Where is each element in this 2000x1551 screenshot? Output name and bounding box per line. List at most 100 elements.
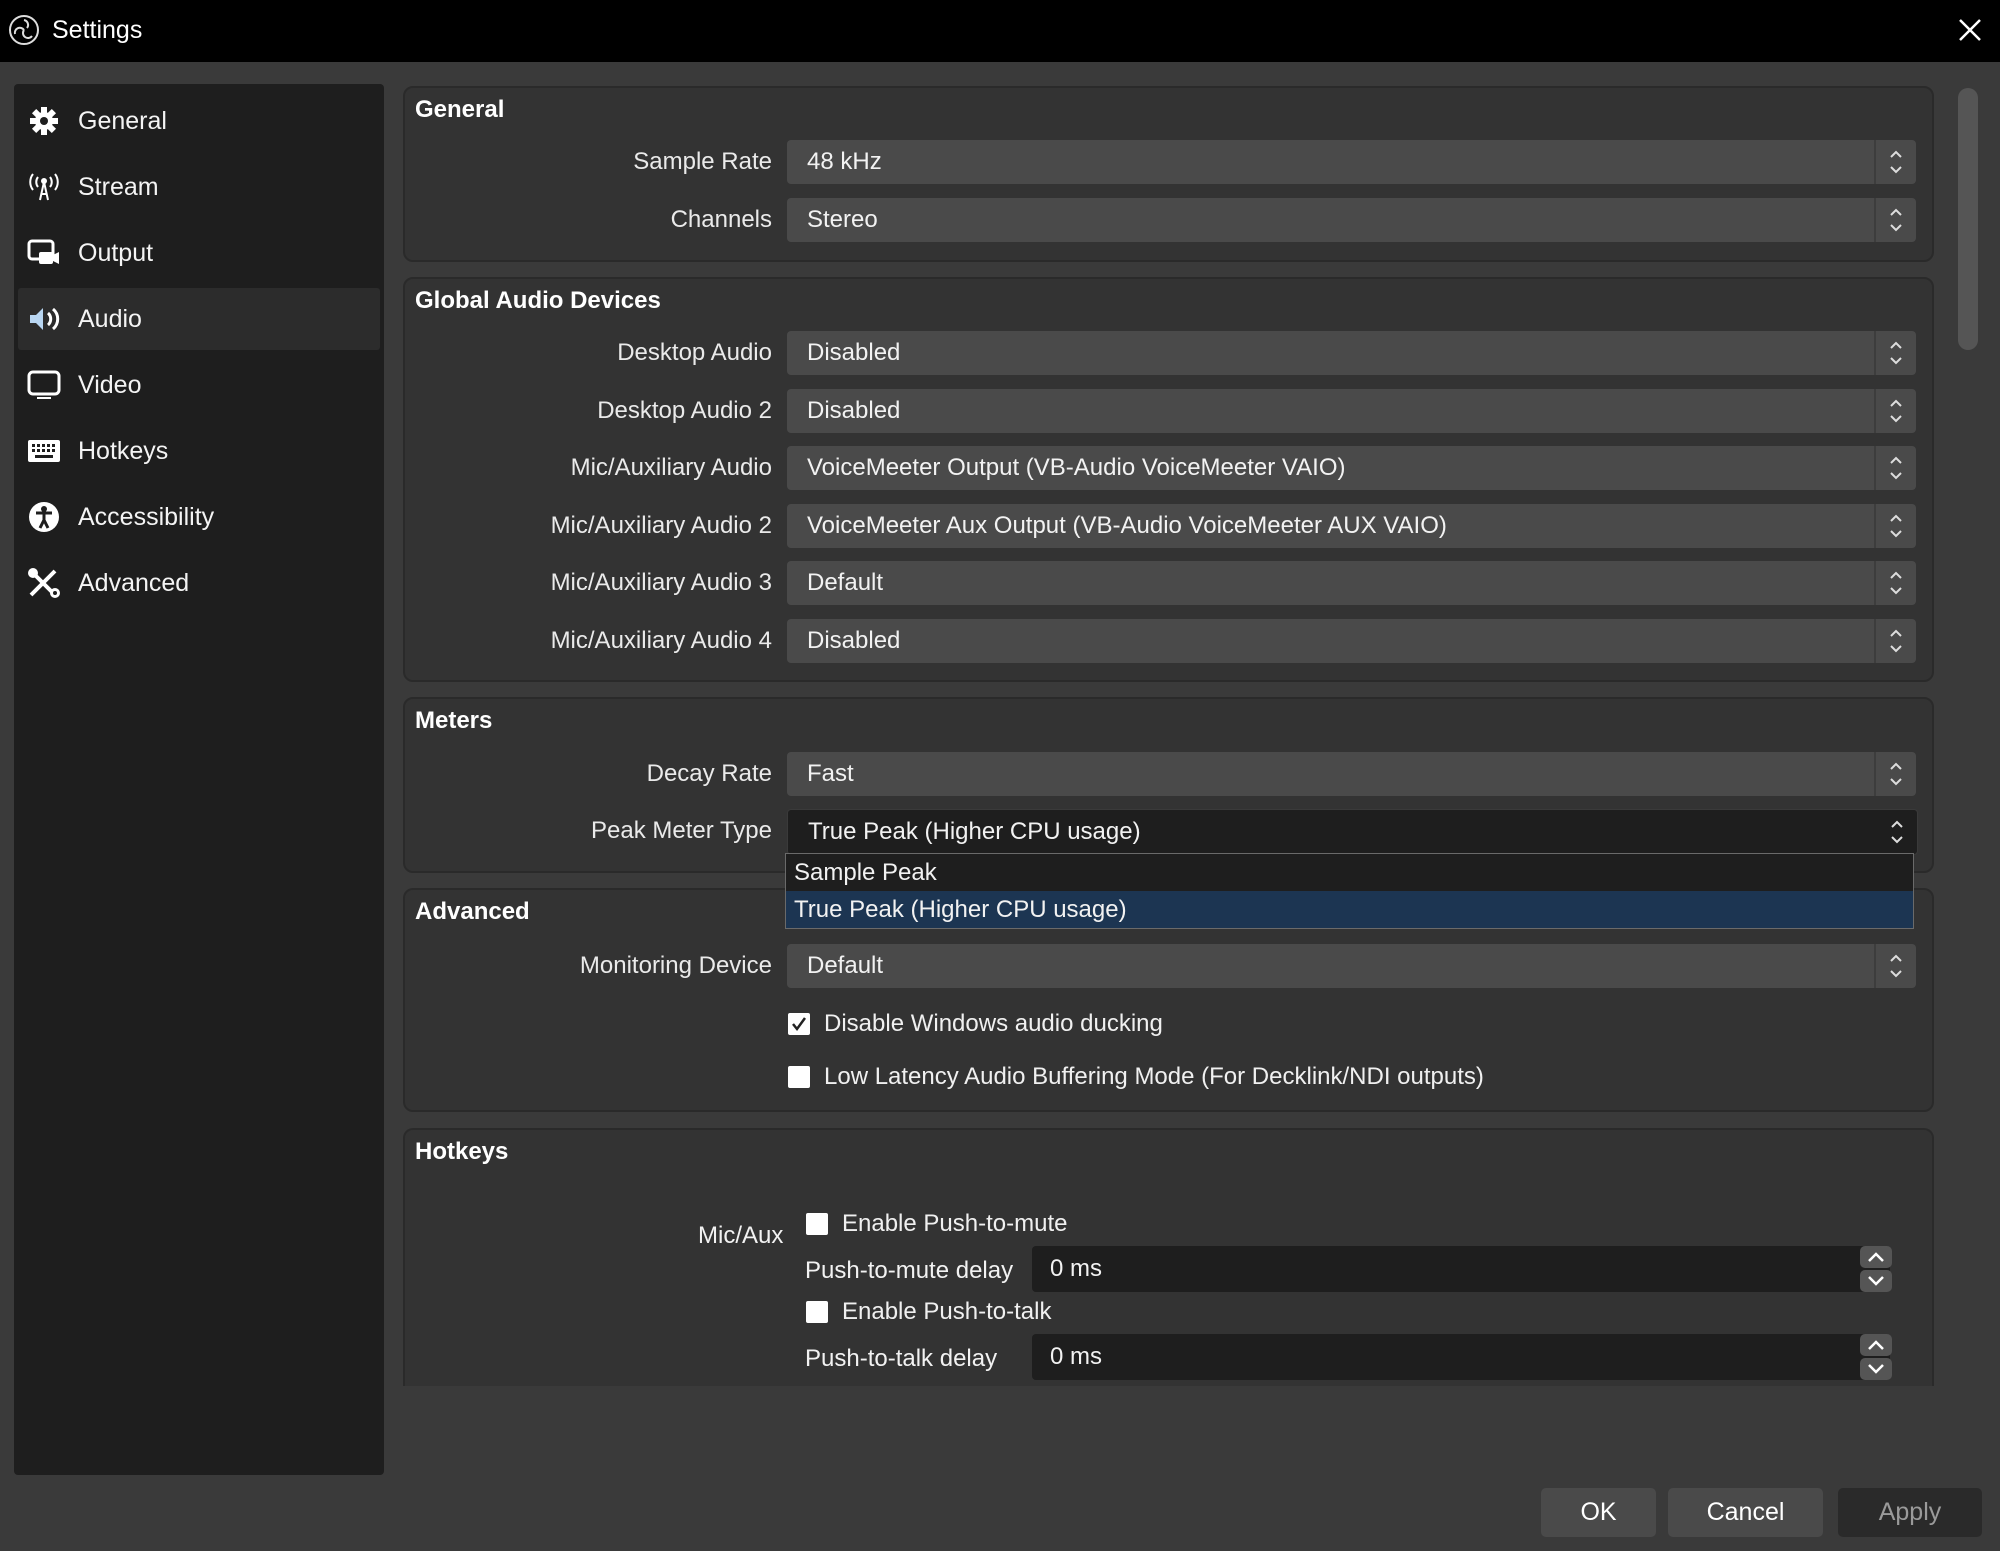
apply-button[interactable]: Apply (1838, 1488, 1982, 1537)
mic-aux-audio-4-label: Mic/Auxiliary Audio 4 (550, 627, 772, 654)
obs-logo-icon (8, 14, 40, 46)
select-value: Default (807, 952, 884, 979)
peak-meter-type-select[interactable]: True Peak (Higher CPU usage) (787, 809, 1918, 855)
channels-label: Channels (670, 206, 772, 233)
push-to-talk-delay-input[interactable]: 0 ms (1032, 1334, 1892, 1380)
peak-meter-type-label: Peak Meter Type (591, 817, 772, 844)
settings-sidebar: General Stream Output Audio Video Hotkey… (14, 84, 384, 1475)
tools-icon (26, 565, 62, 601)
up-down-arrows-icon (1874, 331, 1916, 375)
checkbox-unchecked-icon (806, 1301, 828, 1323)
select-value: Stereo (807, 206, 878, 233)
speaker-icon (26, 301, 62, 337)
ok-button[interactable]: OK (1541, 1488, 1656, 1537)
title-bar: Settings (0, 0, 2000, 62)
sidebar-item-label: Accessibility (78, 502, 215, 531)
vertical-scrollbar[interactable] (1958, 88, 1978, 350)
select-value: Default (807, 569, 884, 596)
chevron-up-icon (1868, 1340, 1884, 1350)
checkbox-unchecked-icon (806, 1213, 828, 1235)
decrement-button[interactable] (1860, 1270, 1892, 1292)
window-title: Settings (52, 16, 143, 44)
dropdown-option-true-peak[interactable]: True Peak (Higher CPU usage) (786, 891, 1913, 928)
accessibility-icon (26, 499, 62, 535)
checkbox-label: Disable Windows audio ducking (824, 1010, 1163, 1037)
checkbox-label: Enable Push-to-mute (842, 1210, 1068, 1237)
close-button[interactable] (1950, 10, 1990, 50)
spin-value: 0 ms (1050, 1255, 1103, 1282)
select-value: Disabled (807, 397, 901, 424)
monitor-icon (26, 367, 62, 403)
sidebar-item-output[interactable]: Output (18, 222, 380, 284)
up-down-arrows-icon (1874, 944, 1916, 988)
close-icon (1959, 19, 1981, 41)
mic-aux-audio-2-label: Mic/Auxiliary Audio 2 (550, 512, 772, 539)
spin-value: 0 ms (1050, 1343, 1103, 1370)
decay-rate-select[interactable]: Fast (787, 752, 1916, 796)
hotkeys-group: Hotkeys Mic/Aux Enable Push-to-mute Push… (403, 1128, 1934, 1386)
enable-push-to-talk-checkbox[interactable]: Enable Push-to-talk (806, 1298, 1051, 1326)
gear-icon (26, 103, 62, 139)
sidebar-item-general[interactable]: General (18, 90, 380, 152)
sidebar-item-label: Audio (78, 304, 142, 333)
global-audio-devices-group: Global Audio Devices Desktop Audio Disab… (403, 277, 1934, 682)
sidebar-item-advanced[interactable]: Advanced (18, 552, 380, 614)
up-down-arrows-icon (1874, 140, 1916, 184)
push-to-mute-delay-input[interactable]: 0 ms (1032, 1246, 1892, 1292)
group-title: Advanced (415, 898, 530, 925)
mic-aux-audio-3-label: Mic/Auxiliary Audio 3 (550, 569, 772, 596)
sidebar-item-accessibility[interactable]: Accessibility (18, 486, 380, 548)
push-to-mute-delay-label: Push-to-mute delay (805, 1257, 1014, 1284)
up-down-arrows-icon (1874, 561, 1916, 605)
sidebar-item-label: Stream (78, 172, 159, 201)
desktop-audio-2-select[interactable]: Disabled (787, 389, 1916, 433)
sidebar-item-audio[interactable]: Audio (18, 288, 380, 350)
up-down-arrows-icon (1874, 752, 1916, 796)
group-title: Meters (415, 707, 493, 734)
chevron-down-icon (1868, 1364, 1884, 1374)
keyboard-icon (26, 433, 62, 469)
checkbox-label: Low Latency Audio Buffering Mode (For De… (824, 1063, 1484, 1090)
sidebar-item-label: Hotkeys (78, 436, 169, 465)
mic-aux-audio-3-select[interactable]: Default (787, 561, 1916, 605)
increment-button[interactable] (1860, 1334, 1892, 1356)
dropdown-option-sample-peak[interactable]: Sample Peak (786, 854, 1913, 891)
sidebar-item-hotkeys[interactable]: Hotkeys (18, 420, 380, 482)
sidebar-item-stream[interactable]: Stream (18, 156, 380, 218)
increment-button[interactable] (1860, 1246, 1892, 1268)
up-down-arrows-icon (1874, 446, 1916, 490)
up-down-arrows-icon (1874, 504, 1916, 548)
mic-aux-audio-select[interactable]: VoiceMeeter Output (VB-Audio VoiceMeeter… (787, 446, 1916, 490)
up-down-arrows-icon (1874, 619, 1916, 663)
peak-meter-type-dropdown: Sample Peak True Peak (Higher CPU usage) (785, 853, 1914, 929)
enable-push-to-mute-checkbox[interactable]: Enable Push-to-mute (806, 1210, 1067, 1238)
sidebar-item-label: Video (78, 370, 142, 399)
desktop-audio-2-label: Desktop Audio 2 (597, 397, 772, 424)
desktop-audio-select[interactable]: Disabled (787, 331, 1916, 375)
sidebar-item-label: Output (78, 238, 154, 267)
mic-aux-audio-2-select[interactable]: VoiceMeeter Aux Output (VB-Audio VoiceMe… (787, 504, 1916, 548)
sidebar-item-video[interactable]: Video (18, 354, 380, 416)
sidebar-item-label: General (78, 106, 167, 135)
sample-rate-label: Sample Rate (633, 148, 772, 175)
mic-aux-audio-4-select[interactable]: Disabled (787, 619, 1916, 663)
sample-rate-select[interactable]: 48 kHz (787, 140, 1916, 184)
group-title: Hotkeys (415, 1138, 509, 1165)
disable-audio-ducking-checkbox[interactable]: Disable Windows audio ducking (788, 1010, 1163, 1038)
low-latency-buffering-checkbox[interactable]: Low Latency Audio Buffering Mode (For De… (788, 1063, 1484, 1091)
general-group: General Sample Rate 48 kHz Channels Ster… (403, 86, 1934, 262)
chevron-up-icon (1868, 1252, 1884, 1262)
channels-select[interactable]: Stereo (787, 198, 1916, 242)
monitoring-device-select[interactable]: Default (787, 944, 1916, 988)
chevron-down-icon (1868, 1276, 1884, 1286)
mic-aux-label: Mic/Aux (698, 1222, 784, 1249)
checkbox-checked-icon (788, 1013, 810, 1035)
cancel-button[interactable]: Cancel (1668, 1488, 1823, 1537)
decrement-button[interactable] (1860, 1358, 1892, 1380)
select-value: True Peak (Higher CPU usage) (808, 818, 1141, 845)
push-to-talk-delay-label: Push-to-talk delay (805, 1345, 998, 1372)
up-down-arrows-icon (1874, 198, 1916, 242)
checkbox-unchecked-icon (788, 1066, 810, 1088)
decay-rate-label: Decay Rate (646, 760, 772, 787)
up-down-arrows-icon (1877, 810, 1917, 854)
